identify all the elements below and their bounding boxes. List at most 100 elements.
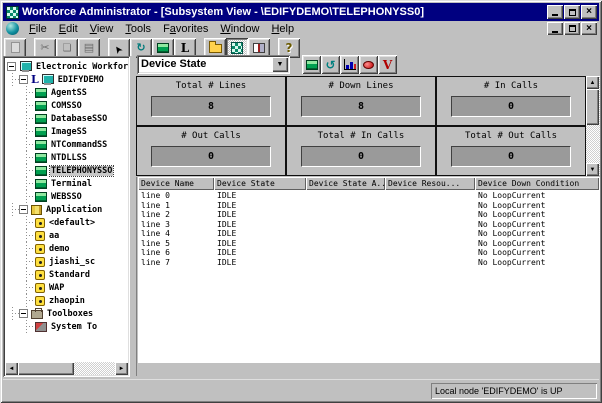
cell-down-condition: No LoopCurrent bbox=[475, 229, 599, 239]
tree-item-label[interactable]: Toolboxes bbox=[46, 309, 94, 319]
tree-item-imagess[interactable]: ImageSS bbox=[5, 125, 128, 138]
collapse-icon[interactable] bbox=[19, 205, 28, 214]
tree-item-zhaopin[interactable]: zhaopin bbox=[5, 294, 128, 307]
column-header[interactable]: Device Down Condition bbox=[475, 177, 599, 190]
tree-item-label[interactable]: COMSSO bbox=[50, 101, 83, 111]
column-header[interactable]: Device Name bbox=[138, 177, 214, 190]
column-header[interactable] bbox=[599, 177, 600, 190]
tree-item-electronic-workforce[interactable]: Electronic Workfor bbox=[5, 60, 128, 73]
tree-item-terminal[interactable]: Terminal bbox=[5, 177, 128, 190]
toolbar-button-copy[interactable] bbox=[56, 38, 78, 58]
tree-horizontal-scrollbar[interactable]: ◄ ► bbox=[5, 362, 128, 375]
scroll-thumb[interactable] bbox=[18, 362, 74, 375]
table-row[interactable]: line 4 IDLE No LoopCurrent bbox=[138, 229, 600, 239]
app-icon bbox=[6, 6, 19, 19]
menu-item-tools[interactable]: Tools bbox=[119, 22, 157, 36]
tree-item-label[interactable]: System To bbox=[50, 322, 98, 332]
tree-item-label[interactable]: Terminal bbox=[50, 179, 93, 189]
books-icon bbox=[31, 205, 42, 215]
tree-item-label[interactable]: DatabaseSSO bbox=[50, 114, 108, 124]
view-button-subsystem-monitor[interactable] bbox=[302, 55, 321, 74]
tree-item-label[interactable]: Electronic Workfor bbox=[35, 62, 128, 72]
toolbar-button-cut[interactable] bbox=[34, 38, 56, 58]
tree-item-ntcommandss[interactable]: NTCommandSS bbox=[5, 138, 128, 151]
tree-item-edifydemo[interactable]: L EDIFYDEMO bbox=[5, 73, 128, 86]
child-restore-button[interactable] bbox=[564, 22, 580, 35]
scroll-down-button[interactable]: ▼ bbox=[586, 163, 599, 176]
tree-item-aa[interactable]: aa bbox=[5, 229, 128, 242]
tree-item-label[interactable]: zhaopin bbox=[48, 296, 86, 306]
tree-item-label[interactable]: Standard bbox=[48, 270, 91, 280]
table-row[interactable]: line 7 IDLE No LoopCurrent bbox=[138, 258, 600, 268]
bar-chart-icon bbox=[344, 59, 356, 70]
tree-item-jiashi-sc[interactable]: jiashi_sc bbox=[5, 255, 128, 268]
tree-item-label[interactable]: ImageSS bbox=[50, 127, 88, 137]
tree-item-label[interactable]: NTDLLSS bbox=[50, 153, 88, 163]
tree-item-wap[interactable]: WAP bbox=[5, 281, 128, 294]
view-button-refresh-view[interactable] bbox=[321, 55, 340, 74]
tree-item-label[interactable]: jiashi_sc bbox=[48, 257, 96, 267]
tree-item-databasesso[interactable]: DatabaseSSO bbox=[5, 112, 128, 125]
view-button-chart-view[interactable] bbox=[340, 55, 359, 74]
table-row[interactable]: line 6 IDLE No LoopCurrent bbox=[138, 248, 600, 258]
collapse-icon[interactable] bbox=[7, 62, 16, 71]
tree-item-label[interactable]: Application bbox=[45, 205, 103, 215]
table-row[interactable]: line 0 IDLE No LoopCurrent bbox=[138, 191, 600, 201]
menu-item-favorites[interactable]: Favorites bbox=[157, 22, 214, 36]
scroll-left-button[interactable]: ◄ bbox=[5, 362, 18, 375]
child-minimize-button[interactable] bbox=[547, 22, 563, 35]
tree-item-comsso[interactable]: COMSSO bbox=[5, 99, 128, 112]
view-button-validate-view[interactable] bbox=[378, 55, 397, 74]
column-header[interactable]: Device Resou... bbox=[385, 177, 475, 190]
tree-item-label[interactable]: demo bbox=[48, 244, 70, 254]
tree-item-label[interactable]: WAP bbox=[48, 283, 65, 293]
child-close-button[interactable]: × bbox=[581, 22, 597, 35]
toolbar-button-paste[interactable] bbox=[78, 38, 100, 58]
menu-item-edit[interactable]: Edit bbox=[53, 22, 84, 36]
menu-item-file[interactable]: File bbox=[23, 22, 53, 36]
close-button[interactable]: × bbox=[581, 5, 597, 19]
tree-item-demo[interactable]: demo bbox=[5, 242, 128, 255]
collapse-icon[interactable] bbox=[19, 309, 28, 318]
tree-item-ntdllss[interactable]: NTDLLSS bbox=[5, 151, 128, 164]
phone-app-icon bbox=[35, 296, 45, 306]
menu-item-help[interactable]: Help bbox=[265, 22, 300, 36]
view-selector[interactable]: Device State ▼ bbox=[137, 55, 290, 74]
restore-button[interactable] bbox=[564, 5, 580, 19]
scroll-thumb[interactable] bbox=[586, 89, 599, 125]
tree-item-label[interactable]: aa bbox=[48, 231, 60, 241]
table-row[interactable]: line 5 IDLE No LoopCurrent bbox=[138, 239, 600, 249]
table-row[interactable]: line 3 IDLE No LoopCurrent bbox=[138, 220, 600, 230]
toolbar-button-select-pointer[interactable] bbox=[108, 38, 130, 58]
tree-item-label[interactable]: NTCommandSS bbox=[50, 140, 108, 150]
stats-vertical-scrollbar[interactable]: ▲ ▼ bbox=[586, 76, 600, 176]
tree-item-agentss[interactable]: AgentSS bbox=[5, 86, 128, 99]
view-button-alarm-view[interactable] bbox=[359, 55, 378, 74]
toolbar-button-new-document[interactable] bbox=[4, 38, 26, 58]
tree-item-websso[interactable]: WEBSSO bbox=[5, 190, 128, 203]
status-bar: Local node 'EDIFYDEMO' is UP bbox=[3, 379, 599, 400]
collapse-icon[interactable] bbox=[19, 75, 28, 84]
tree-item-toolboxes[interactable]: Toolboxes bbox=[5, 307, 128, 320]
table-row[interactable]: line 1 IDLE No LoopCurrent bbox=[138, 201, 600, 211]
tree-item-system-toolbox[interactable]: System To bbox=[5, 320, 128, 333]
menu-item-window[interactable]: Window bbox=[214, 22, 265, 36]
column-header[interactable]: Device State bbox=[214, 177, 306, 190]
tree-item-label[interactable]: WEBSSO bbox=[50, 192, 83, 202]
menu-item-view[interactable]: View bbox=[84, 22, 120, 36]
tree-item-standard[interactable]: Standard bbox=[5, 268, 128, 281]
tree-item-default[interactable]: <default> bbox=[5, 216, 128, 229]
table-row[interactable]: line 2 IDLE No LoopCurrent bbox=[138, 210, 600, 220]
minimize-button[interactable] bbox=[547, 5, 563, 19]
scroll-up-button[interactable]: ▲ bbox=[586, 76, 599, 89]
tree-item-label[interactable]: <default> bbox=[48, 218, 96, 228]
column-header[interactable]: Device State A... bbox=[306, 177, 385, 190]
tree-item-telephonysso[interactable]: TELEPHONYSSO bbox=[5, 164, 128, 177]
tree-item-application[interactable]: Application bbox=[5, 203, 128, 216]
document-system-icon[interactable] bbox=[6, 22, 19, 35]
scroll-right-button[interactable]: ► bbox=[115, 362, 128, 375]
tree-item-label[interactable]: TELEPHONYSSO bbox=[50, 166, 113, 176]
tree-item-label[interactable]: EDIFYDEMO bbox=[57, 75, 105, 85]
tree-item-label[interactable]: AgentSS bbox=[50, 88, 88, 98]
chevron-down-icon[interactable]: ▼ bbox=[272, 57, 288, 72]
